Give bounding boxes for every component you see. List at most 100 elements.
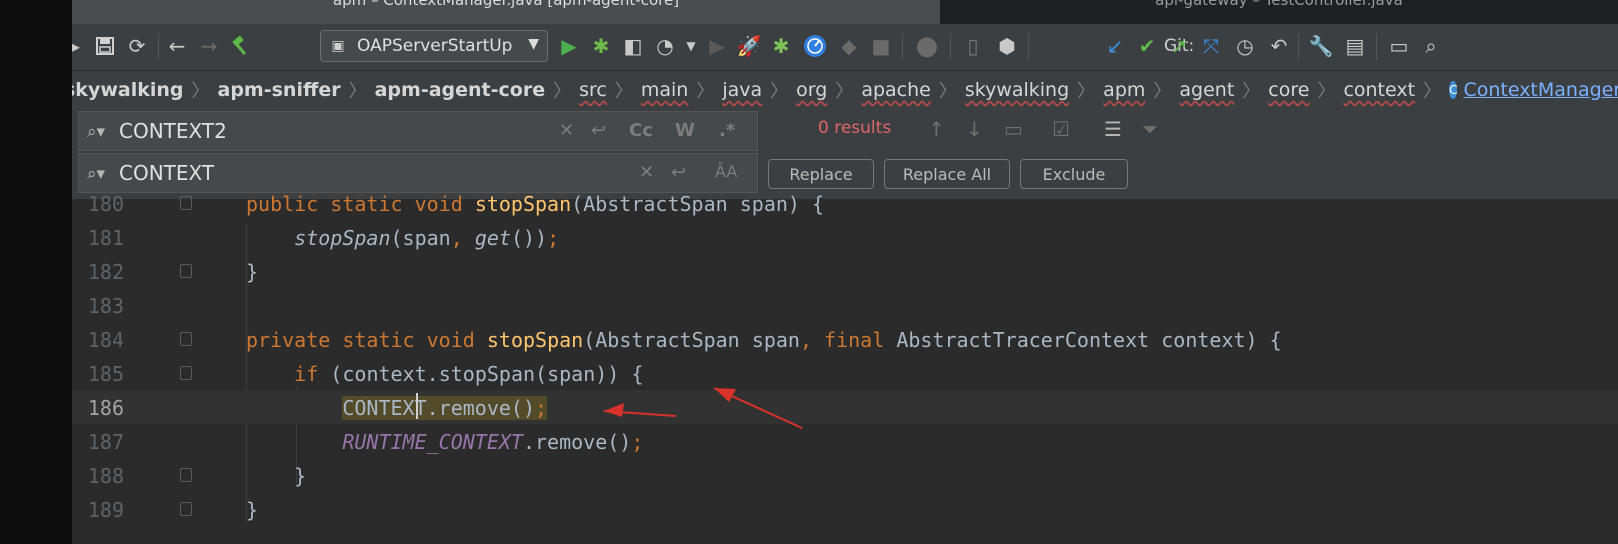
fold-icon[interactable] xyxy=(180,366,192,380)
fold-icon[interactable] xyxy=(180,332,192,346)
chevron-right-icon: 〉 xyxy=(553,81,572,102)
fold-icon[interactable] xyxy=(180,264,192,278)
next-occurrence-icon[interactable]: ↓ xyxy=(966,117,983,141)
run-config-label: OAPServerStartUp xyxy=(357,36,513,56)
search-icon[interactable]: ⌕▾ xyxy=(87,122,105,142)
clear-icon[interactable]: ✕ xyxy=(559,120,574,141)
chevron-right-icon: 〉 xyxy=(1423,81,1442,102)
ide-window: apm – ContextManager.java [apm-agent-cor… xyxy=(72,0,1618,544)
git-compare-icon[interactable]: ⤧ xyxy=(1198,32,1224,60)
run-configuration-select[interactable]: ▣ OAPServerStartUp ▼ xyxy=(320,30,548,62)
stop-icon: ■ xyxy=(871,34,891,58)
breadcrumb-item[interactable]: agent xyxy=(1179,79,1234,101)
code-line: 188 } xyxy=(72,458,1618,492)
sync-icon[interactable]: ⟳ xyxy=(124,32,150,60)
project-tab-api-gateway[interactable]: api-gateway – TestController.java xyxy=(940,0,1618,24)
line-number: 187 xyxy=(87,430,124,454)
fold-icon[interactable] xyxy=(180,468,192,482)
match-case-toggle[interactable]: Cc xyxy=(629,120,653,141)
coverage-icon[interactable]: ◧ xyxy=(620,32,646,60)
fold-icon[interactable] xyxy=(180,196,192,210)
back-icon[interactable]: ← xyxy=(164,32,190,60)
search-field[interactable]: ⌕▾ CONTEXT2 ✕ ↩ Cc W .* xyxy=(78,111,758,151)
replace-button[interactable]: Replace xyxy=(768,159,874,189)
project-tab-apm[interactable]: apm – ContextManager.java [apm-agent-cor… xyxy=(72,0,940,24)
breadcrumb-item[interactable]: skywalking xyxy=(965,79,1069,101)
search-icon[interactable]: ⌕▾ xyxy=(87,164,105,184)
breadcrumb-item[interactable]: main xyxy=(641,79,688,101)
git-push-icon[interactable]: ↗ xyxy=(1166,32,1192,60)
history-icon[interactable]: ◷ xyxy=(1232,32,1258,60)
breadcrumb-item[interactable]: apm xyxy=(1103,79,1145,101)
clear-icon[interactable]: ✕ xyxy=(639,162,654,183)
breadcrumb-item[interactable]: java xyxy=(722,79,762,101)
new-line-icon[interactable]: ↩ xyxy=(591,120,606,141)
forward-icon[interactable]: → xyxy=(196,32,222,60)
search-input[interactable]: CONTEXT2 xyxy=(119,119,227,143)
replace-input[interactable]: CONTEXT xyxy=(119,161,214,185)
breadcrumb-item[interactable]: skywalking xyxy=(72,79,184,101)
breadcrumb-class[interactable]: ContextManager xyxy=(1463,79,1618,101)
git-update-icon[interactable]: ↙ xyxy=(1102,32,1128,60)
more-icon[interactable]: ▸ xyxy=(72,32,88,60)
code-line: 183 xyxy=(72,288,1618,322)
line-number: 180 xyxy=(87,192,124,216)
line-number: 184 xyxy=(87,328,124,352)
breadcrumb-item[interactable]: apache xyxy=(861,79,931,101)
code-line: 181 stopSpan(span, get()); xyxy=(72,220,1618,254)
search-icon[interactable]: ⌕ xyxy=(1418,32,1444,60)
rollback-icon[interactable]: ↶ xyxy=(1266,32,1292,60)
filter-options-icon[interactable]: ☰ xyxy=(1104,117,1122,141)
profile-dropdown-icon[interactable]: ▼ xyxy=(678,32,704,60)
main-toolbar: ▸ ⟳ ← → ▣ OAPServerStartUp ▼ ▶ ✱ ◧ ◔ ▼ ▶… xyxy=(72,24,1618,71)
code-editor[interactable]: 180 public static void stopSpan(Abstract… xyxy=(72,192,1618,544)
settings-icon[interactable]: 🔧 xyxy=(1308,32,1334,60)
replace-all-button[interactable]: Replace All xyxy=(884,159,1010,189)
toolbar-separator xyxy=(950,34,951,60)
breadcrumb-item[interactable]: core xyxy=(1268,79,1309,101)
new-line-icon[interactable]: ↩ xyxy=(671,162,686,183)
line-number: 182 xyxy=(87,260,124,284)
project-tab-title: apm – ContextManager.java [apm-agent-cor… xyxy=(332,0,680,9)
in-selection-icon[interactable]: ☑ xyxy=(1052,117,1070,141)
breadcrumb-item[interactable]: org xyxy=(796,79,827,101)
code-text: if (context.stopSpan(span)) { xyxy=(294,362,644,386)
preserve-case-toggle[interactable]: ÂA xyxy=(715,162,737,181)
previous-occurrence-icon[interactable]: ↑ xyxy=(928,117,945,141)
run-icon[interactable]: ▶ xyxy=(556,32,582,60)
jrebel-run-icon[interactable]: 🚀 xyxy=(736,32,762,60)
debug-icon[interactable]: ✱ xyxy=(588,32,614,60)
toolbar-separator xyxy=(1028,34,1029,60)
breadcrumb: skywalking 〉 apm-sniffer 〉 apm-agent-core 〉… xyxy=(72,71,1618,109)
jrebel-debug-icon[interactable]: ✱ xyxy=(768,32,794,60)
code-line: 189 } xyxy=(72,492,1618,526)
toolbar-separator xyxy=(902,34,903,60)
project-tab-title: api-gateway – TestController.java xyxy=(1155,0,1403,9)
line-number: 181 xyxy=(87,226,124,250)
hammer-icon[interactable] xyxy=(228,32,254,60)
package-icon[interactable]: ⬢ xyxy=(994,32,1020,60)
breadcrumb-item[interactable]: apm-agent-core xyxy=(375,79,545,101)
breadcrumb-item[interactable]: src xyxy=(579,79,607,101)
select-all-occurrences-icon[interactable]: ▭ xyxy=(1004,117,1023,141)
code-text: private static void stopSpan(AbstractSpa… xyxy=(246,328,1282,352)
exclude-button[interactable]: Exclude xyxy=(1020,159,1128,189)
save-icon[interactable] xyxy=(92,32,118,60)
whole-words-toggle[interactable]: W xyxy=(675,120,695,141)
breadcrumb-item[interactable]: context xyxy=(1343,79,1415,101)
profile-icon[interactable]: ◔ xyxy=(652,32,678,60)
filter-icon[interactable]: ⏷ xyxy=(1142,117,1158,141)
chevron-right-icon: 〉 xyxy=(1153,81,1172,102)
code-line: 185 if (context.stopSpan(span)) { xyxy=(72,356,1618,390)
line-number: 183 xyxy=(87,294,124,318)
xrebel-icon[interactable] xyxy=(802,32,828,60)
code-text: } xyxy=(246,464,307,488)
chevron-down-icon: ▼ xyxy=(528,36,539,52)
fold-icon[interactable] xyxy=(180,502,192,516)
project-structure-icon[interactable]: ▤ xyxy=(1342,32,1368,60)
line-number: 189 xyxy=(87,498,124,522)
terminal-icon[interactable]: ▭ xyxy=(1386,32,1412,60)
git-commit-icon[interactable]: ✔ xyxy=(1134,32,1160,60)
regex-toggle[interactable]: .* xyxy=(719,120,735,141)
breadcrumb-item[interactable]: apm-sniffer xyxy=(218,79,341,101)
